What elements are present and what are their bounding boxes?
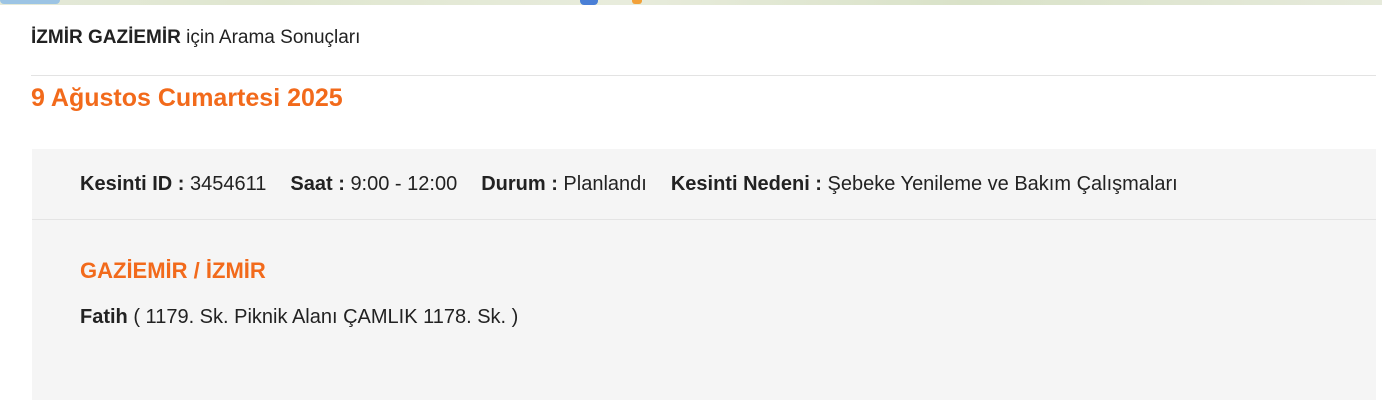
- outage-card-body: GAZİEMİR / İZMİR Fatih ( 1179. Sk. Pikni…: [32, 258, 1376, 329]
- outage-time-field: Saat : 9:00 - 12:00: [290, 173, 457, 196]
- outage-neighborhood: Fatih ( 1179. Sk. Piknik Alanı ÇAMLIK 11…: [80, 306, 1376, 329]
- outage-reason-value: Şebeke Yenileme ve Bakım Çalışmaları: [827, 172, 1178, 195]
- map-water-shape: [0, 0, 60, 4]
- map-marker-icon: [632, 0, 642, 4]
- outage-reason-label: Kesinti Nedeni :: [670, 172, 822, 195]
- outage-card-header: Kesinti ID : 3454611 Saat : 9:00 - 12:00…: [32, 149, 1376, 220]
- map-pin-icon: [580, 0, 598, 5]
- outage-status-field: Durum : Planlandı: [481, 173, 647, 196]
- outage-district: GAZİEMİR / İZMİR: [80, 258, 266, 283]
- outage-time-label: Saat :: [290, 172, 345, 195]
- search-results-title: İZMİR GAZİEMİR için Arama Sonuçları: [31, 27, 360, 49]
- outage-status-label: Durum :: [481, 172, 558, 195]
- neighborhood-streets: ( 1179. Sk. Piknik Alanı ÇAMLIK 1178. Sk…: [133, 306, 519, 328]
- outage-id-value: 3454611: [190, 172, 267, 195]
- outage-time-value: 9:00 - 12:00: [350, 172, 458, 195]
- outage-reason-field: Kesinti Nedeni : Şebeke Yenileme ve Bakı…: [671, 173, 1178, 196]
- outage-id-label: Kesinti ID :: [80, 172, 185, 195]
- map-strip: [0, 0, 1382, 5]
- search-query: İZMİR GAZİEMİR: [31, 27, 181, 48]
- date-heading: 9 Ağustos Cumartesi 2025: [31, 84, 343, 112]
- neighborhood-name: Fatih: [80, 306, 128, 328]
- outage-id-field: Kesinti ID : 3454611: [80, 173, 266, 196]
- outage-status-value: Planlandı: [563, 172, 647, 195]
- search-title-suffix: için Arama Sonuçları: [180, 27, 361, 48]
- divider: [31, 75, 1376, 76]
- outage-card: Kesinti ID : 3454611 Saat : 9:00 - 12:00…: [32, 149, 1376, 400]
